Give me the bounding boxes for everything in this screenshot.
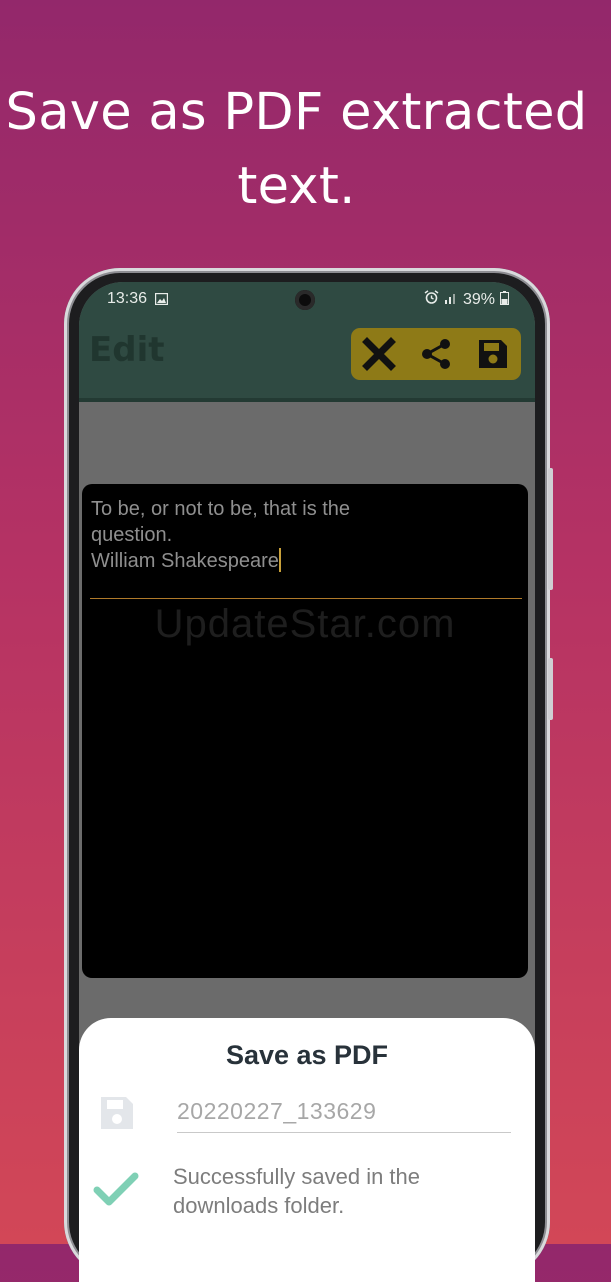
save-button[interactable] <box>473 334 513 374</box>
watermark: UpdateStar.com <box>154 602 456 646</box>
toolbar-actions <box>351 328 521 380</box>
app-bar: Edit <box>79 318 535 402</box>
gallery-notification-icon <box>154 292 169 310</box>
battery-percent: 39% <box>462 291 495 308</box>
success-message: Successfully saved in the downloads fold… <box>173 1164 421 1218</box>
phone-side-button-upper <box>548 468 553 590</box>
text-editor[interactable]: To be, or not to be, that is the questio… <box>82 484 528 978</box>
filename-field[interactable]: 20220227_133629 <box>177 1098 511 1133</box>
editor-underline <box>90 598 522 599</box>
save-pdf-dialog: Save as PDF 20220227_133629 Successfully… <box>79 1018 535 1282</box>
front-camera <box>295 290 315 310</box>
close-icon <box>362 337 397 371</box>
phone-side-button-lower <box>548 658 553 720</box>
text-caret <box>278 548 281 572</box>
phone-frame: 13:36 39% Edit To be, or not to be, that… <box>64 268 553 1282</box>
save-icon <box>478 340 507 368</box>
dialog-title: Save as PDF <box>225 1040 389 1070</box>
close-button[interactable] <box>359 334 399 374</box>
share-icon <box>421 339 450 369</box>
status-time: 13:36 <box>107 290 148 307</box>
phone-screen: 13:36 39% Edit To be, or not to be, that… <box>79 282 535 1282</box>
check-icon <box>93 1171 139 1212</box>
battery-icon <box>500 290 509 310</box>
status-bar: 13:36 39% <box>79 282 535 318</box>
save-disk-icon <box>99 1095 135 1136</box>
signal-icon <box>444 291 458 309</box>
editor-text: To be, or not to be, that is the questio… <box>91 498 351 572</box>
page-title: Edit <box>89 330 165 370</box>
share-button[interactable] <box>416 334 456 374</box>
alarm-icon <box>424 290 439 310</box>
promo-title: Save as PDF extracted text. <box>5 83 588 216</box>
